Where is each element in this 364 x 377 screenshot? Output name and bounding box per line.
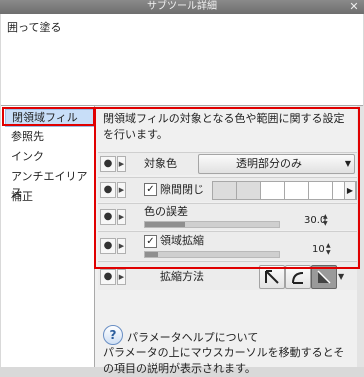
panel-description: 閉領域フィルの対象となる色や範囲に関する設定を行います。	[103, 112, 345, 141]
area-scaling-checkbox[interactable]: ✓	[144, 235, 157, 248]
category-ink[interactable]: インク	[11, 149, 44, 165]
tool-name-area: 囲って塗る	[1, 14, 363, 106]
category-list: 閉領域フィル 参照先 インク アンチエイリアス 補正	[1, 106, 97, 367]
expand-icon[interactable]: ▶	[117, 182, 126, 198]
spin-down-icon[interactable]: ▼	[323, 221, 328, 227]
eye-icon[interactable]: ●	[100, 269, 116, 285]
category-closed-area-fill[interactable]: 閉領域フィル	[5, 109, 97, 127]
chevron-right-icon[interactable]: ▶	[344, 181, 356, 200]
arrow-square-icon	[265, 270, 279, 284]
area-scaling-label: 領域拡縮	[160, 234, 204, 247]
row-area-scaling: ● ▶ ✓ 領域拡縮 10 ▲ ▼	[98, 231, 357, 260]
gap-size-option-2[interactable]	[236, 181, 261, 200]
scaling-mode-square-button[interactable]	[259, 265, 285, 289]
help-text: パラメータの上にマウスカーソルを移動するとその項目の説明が表示されます。	[103, 346, 345, 375]
color-margin-label: 色の誤差	[144, 205, 188, 218]
eye-icon[interactable]: ●	[100, 182, 116, 198]
expand-icon[interactable]: ▶	[117, 156, 126, 172]
row-target-color: ● ▶ 対象色 透明部分のみ ▼	[98, 152, 357, 175]
spin-down-icon[interactable]: ▼	[326, 250, 331, 256]
arrow-darkest-icon	[317, 270, 331, 284]
window-titlebar: サブツール詳細 ✕	[0, 0, 364, 14]
expand-icon[interactable]: ▶	[117, 238, 126, 254]
arrow-round-icon	[292, 272, 304, 284]
gap-close-label: 隙間閉じ	[160, 183, 204, 196]
panel-scrollbar[interactable]	[357, 106, 364, 367]
scaling-method-label: 拡縮方法	[160, 270, 204, 283]
category-correction[interactable]: 補正	[11, 189, 33, 205]
color-margin-slider-fill	[145, 222, 186, 227]
color-margin-slider[interactable]	[144, 221, 280, 228]
target-color-dropdown[interactable]: 透明部分のみ ▼	[198, 154, 355, 174]
close-icon[interactable]: ✕	[348, 1, 360, 13]
category-reference[interactable]: 参照先	[11, 129, 44, 145]
expand-icon[interactable]: ▶	[117, 269, 126, 285]
row-gap-close: ● ▶ ✓ 隙間閉じ ▶	[98, 177, 357, 202]
help-title: パラメータヘルプについて	[127, 331, 259, 344]
target-color-value: 透明部分のみ	[236, 157, 302, 170]
gap-size-option-1[interactable]	[212, 181, 237, 200]
window-title: サブツール詳細	[147, 1, 217, 12]
gap-size-option-5[interactable]	[308, 181, 333, 200]
area-scaling-slider-fill	[145, 252, 159, 257]
scaling-mode-darkest-button[interactable]	[311, 265, 337, 289]
eye-icon[interactable]: ●	[100, 238, 116, 254]
chevron-down-icon[interactable]: ▼	[338, 273, 344, 281]
gap-close-checkbox[interactable]: ✓	[144, 183, 157, 196]
gap-size-option-4[interactable]	[284, 181, 309, 200]
eye-icon[interactable]: ●	[100, 209, 116, 225]
chevron-down-icon: ▼	[344, 159, 351, 168]
expand-icon[interactable]: ▶	[117, 209, 126, 225]
gap-size-option-3[interactable]	[260, 181, 285, 200]
target-color-label: 対象色	[144, 157, 177, 170]
help-icon: ?	[103, 325, 123, 345]
scaling-mode-round-button[interactable]	[285, 265, 311, 289]
area-scaling-slider[interactable]	[144, 251, 280, 258]
row-scaling-method: ● ▶ 拡縮方法 ▼	[98, 261, 357, 290]
area-scaling-value[interactable]: 10	[312, 244, 325, 256]
eye-icon[interactable]: ●	[100, 156, 116, 172]
tool-name: 囲って塗る	[7, 21, 62, 34]
row-color-margin: ● ▶ 色の誤差 30.0 ▲ ▼	[98, 203, 357, 230]
